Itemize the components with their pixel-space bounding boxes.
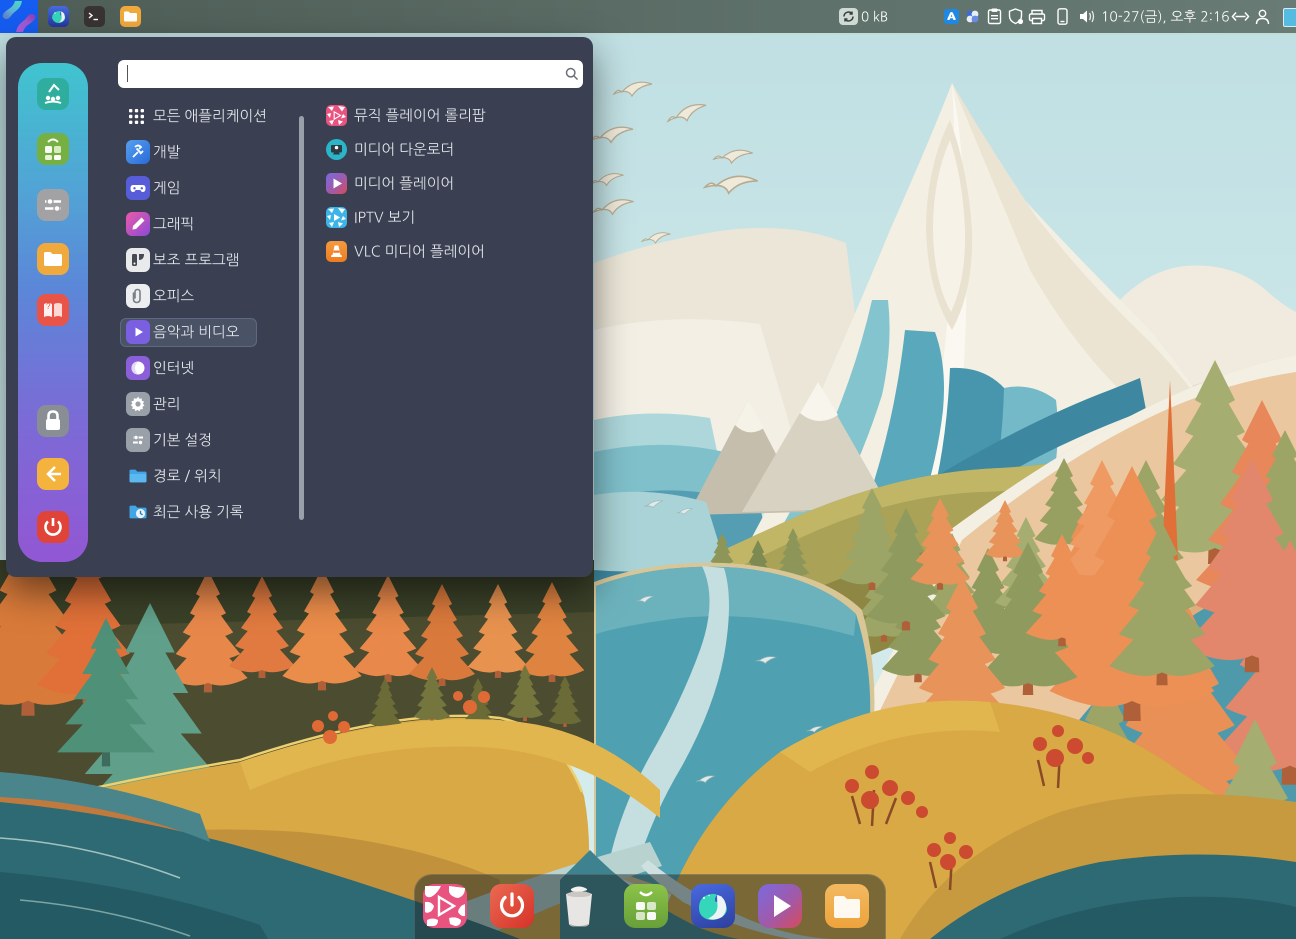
svg-text:?: ? [46,302,51,311]
